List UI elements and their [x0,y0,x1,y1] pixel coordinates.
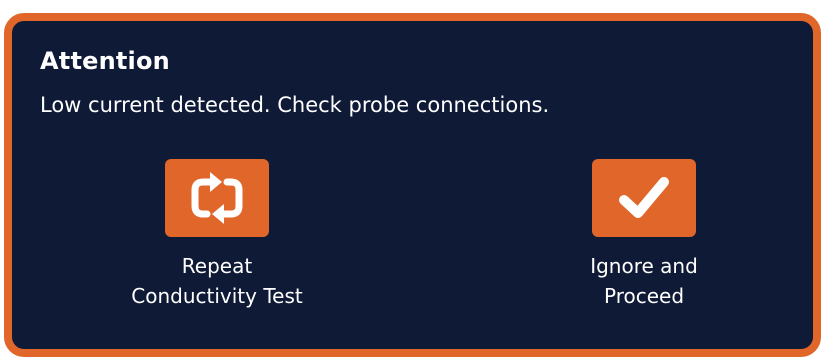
ignore-and-proceed-label: Ignore and Proceed [590,254,698,308]
dialog-title: Attention [40,47,170,75]
attention-dialog: Attention Low current detected. Check pr… [4,13,821,357]
ignore-and-proceed-button[interactable]: Ignore and Proceed [524,159,764,311]
dialog-message: Low current detected. Check probe connec… [40,93,550,117]
repeat-conductivity-test-button[interactable]: Repeat Conductivity Test [97,159,337,311]
repeat-conductivity-test-label: Repeat Conductivity Test [131,254,303,308]
checkmark-icon[interactable] [592,159,696,237]
refresh-icon[interactable] [165,159,269,237]
